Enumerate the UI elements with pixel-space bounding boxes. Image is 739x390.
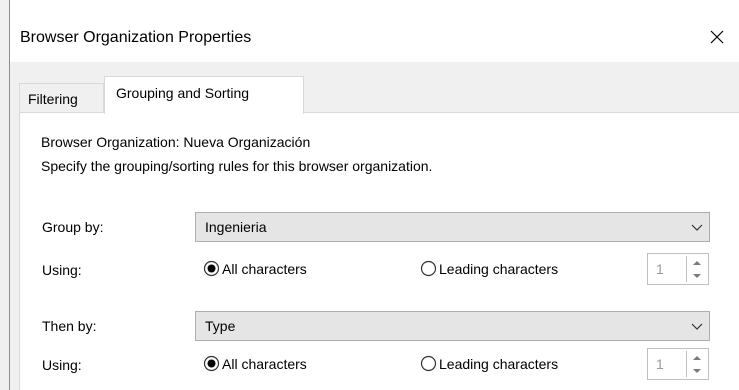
- close-icon: [710, 30, 724, 44]
- group-by-leading-count-value: 1: [656, 261, 664, 277]
- then-by-select[interactable]: Type: [195, 311, 710, 341]
- then-by-value: Type: [205, 318, 236, 334]
- spinner-divider: [686, 351, 687, 377]
- group-by-leading-characters-label: Leading characters: [439, 260, 559, 277]
- then-by-leading-characters-label: Leading characters: [439, 355, 559, 372]
- close-button[interactable]: [695, 17, 739, 57]
- tab-grouping-and-sorting[interactable]: Grouping and Sorting: [104, 76, 304, 114]
- group-by-label: Group by:: [42, 219, 104, 235]
- group-by-leading-count-spinner[interactable]: 1: [647, 253, 709, 285]
- group-by-all-characters-label: All characters: [222, 260, 307, 277]
- chevron-down-icon: [691, 224, 703, 231]
- group-by-select[interactable]: Ingenieria: [195, 212, 710, 242]
- chevron-down-icon[interactable]: [690, 366, 704, 376]
- radio-unchecked-icon: [420, 355, 437, 372]
- title-bar: Browser Organization Properties: [10, 0, 739, 62]
- organization-description: Specify the grouping/sorting rules for t…: [41, 158, 433, 174]
- chevron-up-icon[interactable]: [690, 353, 704, 363]
- then-by-leading-characters-radio[interactable]: Leading characters: [420, 355, 558, 372]
- group-by-all-characters-radio[interactable]: All characters: [203, 260, 307, 277]
- then-by-label: Then by:: [42, 318, 97, 334]
- chevron-up-icon[interactable]: [690, 258, 704, 268]
- chevron-down-icon[interactable]: [690, 271, 704, 281]
- radio-unchecked-icon: [420, 260, 437, 277]
- dialog-title: Browser Organization Properties: [20, 29, 252, 46]
- group-by-value: Ingenieria: [205, 219, 267, 235]
- background-window-strip: [0, 0, 9, 390]
- radio-checked-icon: [203, 260, 220, 277]
- then-by-all-characters-radio[interactable]: All characters: [203, 355, 307, 372]
- tab-grouping-label: Grouping and Sorting: [116, 85, 250, 101]
- radio-checked-icon: [203, 355, 220, 372]
- tab-pane: [19, 112, 739, 390]
- group-by-leading-characters-radio[interactable]: Leading characters: [420, 260, 558, 277]
- tab-filtering[interactable]: Filtering: [19, 83, 104, 113]
- then-by-using-label: Using:: [42, 357, 82, 373]
- chevron-down-icon: [691, 323, 703, 330]
- tab-filtering-label: Filtering: [28, 91, 78, 107]
- spinner-divider: [686, 256, 687, 282]
- then-by-all-characters-label: All characters: [222, 355, 307, 372]
- organization-heading: Browser Organization: Nueva Organización: [41, 134, 311, 150]
- then-by-leading-count-value: 1: [656, 356, 664, 372]
- group-by-using-label: Using:: [42, 262, 82, 278]
- then-by-leading-count-spinner[interactable]: 1: [647, 348, 709, 380]
